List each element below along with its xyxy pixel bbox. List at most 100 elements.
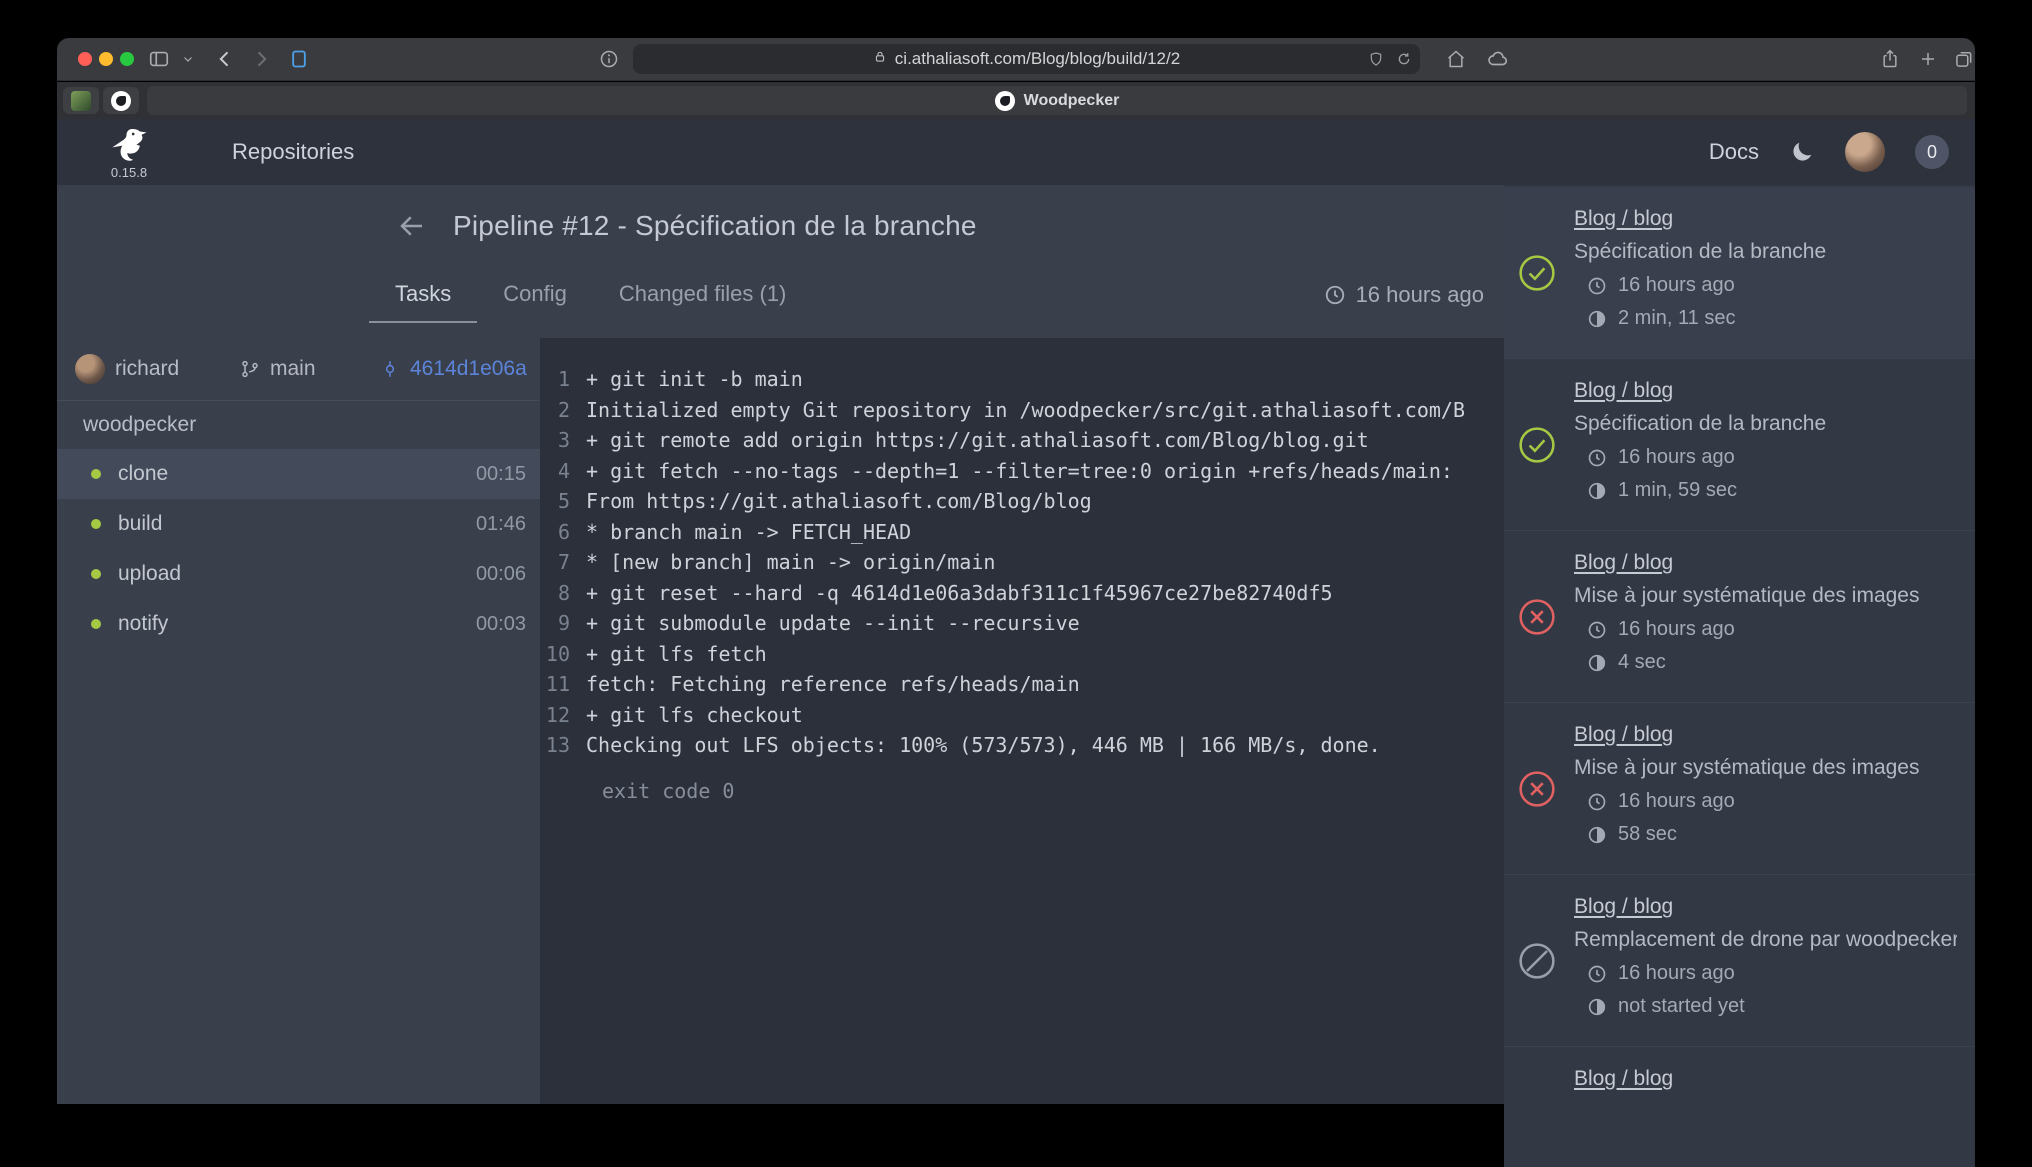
counter-badge[interactable]: 0 [1915,135,1949,169]
step-item[interactable]: build 01:46 [57,499,540,549]
duration-icon [1587,653,1607,673]
check-circle-icon [1518,254,1556,292]
pipeline-updated: 16 hours ago [1324,267,1484,323]
build-repo-link[interactable]: Blog / blog [1574,1067,1673,1090]
line-number: 1 [540,364,586,395]
line-number: 11 [540,669,586,700]
reload-icon[interactable] [1396,44,1412,74]
build-item[interactable]: Blog / blog [1504,1047,1975,1167]
woodpecker-favicon [995,91,1015,111]
line-number: 12 [540,700,586,731]
build-message: Mise à jour systématique des images [1574,584,1957,608]
build-time-label: 16 hours ago [1618,446,1735,469]
window-minimize-button[interactable] [99,52,113,66]
step-item[interactable]: notify 00:03 [57,599,540,649]
author-avatar [75,354,105,384]
nav-docs[interactable]: Docs [1709,139,1759,165]
privacy-report-icon[interactable] [1368,44,1384,74]
build-time: 16 hours ago [1587,274,1957,297]
commit-link[interactable]: 4614d1e06a [380,338,527,400]
pipeline-tab[interactable]: Config [477,267,593,323]
build-duration-label: 58 sec [1618,823,1677,846]
window-controls [78,52,134,66]
info-icon[interactable] [591,38,627,80]
cloud-icon[interactable] [1480,38,1516,80]
build-duration: not started yet [1587,995,1957,1018]
url-text: ci.athaliasoft.com/Blog/blog/build/12/2 [895,49,1180,69]
pipeline-tab[interactable]: Tasks [369,267,477,323]
build-text: Blog / blog Remplacement de drone par wo… [1574,895,1957,1018]
pipeline-updated-label: 16 hours ago [1356,282,1484,308]
nav-repositories[interactable]: Repositories [232,119,354,185]
build-time: 16 hours ago [1587,618,1957,641]
home-icon[interactable] [1438,38,1474,80]
navbar-right: Docs 0 [1709,119,1949,185]
x-circle-icon [1518,770,1556,808]
browser-tabbar: Woodpecker [57,82,1975,119]
build-time-label: 16 hours ago [1618,274,1735,297]
pipeline-tab[interactable]: Changed files (1) [593,267,813,323]
line-number: 4 [540,456,586,487]
build-item[interactable]: Blog / blog Spécification de la branche … [1504,359,1975,531]
build-repo-link[interactable]: Blog / blog [1574,723,1673,746]
step-list: clone 00:15 build 01:46 [57,449,540,649]
tab-overview-icon[interactable] [1946,38,1975,80]
window-close-button[interactable] [78,52,92,66]
build-status-icon [1518,942,1556,980]
build-item[interactable]: Blog / blog Mise à jour systématique des… [1504,703,1975,875]
sidebar-toggle-icon[interactable] [141,38,177,80]
build-item[interactable]: Blog / blog Remplacement de drone par wo… [1504,875,1975,1047]
build-item[interactable]: Blog / blog Mise à jour systématique des… [1504,531,1975,703]
build-message: Remplacement de drone par woodpecker [1574,928,1957,952]
commit-branch: main [240,338,316,400]
back-arrow-icon[interactable] [397,211,427,241]
start-page-icon[interactable] [281,38,317,80]
step-name: clone [118,462,476,486]
line-number: 6 [540,517,586,548]
chevron-down-icon[interactable] [177,38,199,80]
dark-mode-toggle-icon[interactable] [1789,139,1815,165]
console-line: 13 Checking out LFS objects: 100% (573/5… [540,730,1504,761]
console-output[interactable]: 1 + git init -b main 2 Initialized empty… [540,338,1504,1104]
clock-icon [1587,792,1607,812]
pipeline-surface: Pipeline #12 - Spécification de la branc… [57,185,1504,1104]
build-duration-label: not started yet [1618,995,1745,1018]
step-item[interactable]: upload 00:06 [57,549,540,599]
build-status-icon [1518,770,1556,808]
console-line: 7 * [new branch] main -> origin/main [540,547,1504,578]
step-duration: 00:03 [476,613,526,636]
background-tab[interactable] [103,87,139,114]
back-icon[interactable] [207,38,243,80]
author-name: richard [115,357,179,381]
new-tab-icon[interactable] [1910,38,1946,80]
build-duration: 58 sec [1587,823,1957,846]
background-tab[interactable] [63,87,99,114]
step-item[interactable]: clone 00:15 [57,449,540,499]
line-number: 3 [540,425,586,456]
line-text: * [new branch] main -> origin/main [586,547,995,578]
window-zoom-button[interactable] [120,52,134,66]
forward-icon[interactable] [243,38,279,80]
build-repo-link[interactable]: Blog / blog [1574,379,1673,402]
build-text: Blog / blog [1574,1067,1957,1100]
tab-favicon [71,91,91,111]
user-avatar[interactable] [1845,132,1885,172]
address-bar[interactable]: ci.athaliasoft.com/Blog/blog/build/12/2 [633,44,1420,74]
build-time-label: 16 hours ago [1618,962,1735,985]
step-duration: 01:46 [476,513,526,536]
woodpecker-app: 0.15.8 Repositories Docs 0 [57,119,1975,1167]
build-item[interactable]: Blog / blog Spécification de la branche … [1504,187,1975,359]
share-icon[interactable] [1872,38,1908,80]
build-repo-link[interactable]: Blog / blog [1574,551,1673,574]
line-number: 5 [540,486,586,517]
build-status-icon [1518,254,1556,292]
bird-icon [109,124,149,164]
line-text: Initialized empty Git repository in /woo… [586,395,1465,426]
active-tab[interactable]: Woodpecker [147,86,1967,115]
build-repo-link[interactable]: Blog / blog [1574,895,1673,918]
woodpecker-logo[interactable]: 0.15.8 [91,124,167,180]
woodpecker-favicon [111,91,131,111]
build-status-icon [1518,598,1556,636]
build-repo-link[interactable]: Blog / blog [1574,207,1673,230]
build-duration-label: 4 sec [1618,651,1666,674]
